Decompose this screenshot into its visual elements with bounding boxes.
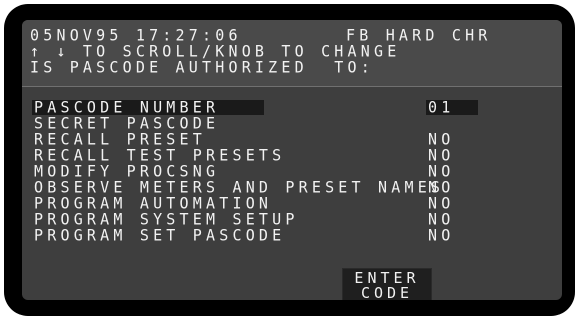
menu-item-value[interactable]: 01 (428, 99, 454, 116)
enter-code-button[interactable]: ENTER CODE (342, 268, 432, 300)
lcd-screen: 05NOV95 17:27:06 FB HARD CHR ↑ ↓ TO SCRO… (22, 20, 562, 300)
menu-item-value[interactable]: NO (428, 227, 454, 244)
enter-code-line2: CODE (360, 284, 414, 301)
authorization-question: IS PASCODE AUTHORIZED TO: (30, 57, 374, 77)
device-bezel: 05NOV95 17:27:06 FB HARD CHR ↑ ↓ TO SCRO… (4, 4, 575, 316)
menu-item-label: PROGRAM SET PASCODE (34, 225, 286, 245)
status-header: 05NOV95 17:27:06 FB HARD CHR ↑ ↓ TO SCRO… (22, 20, 562, 87)
